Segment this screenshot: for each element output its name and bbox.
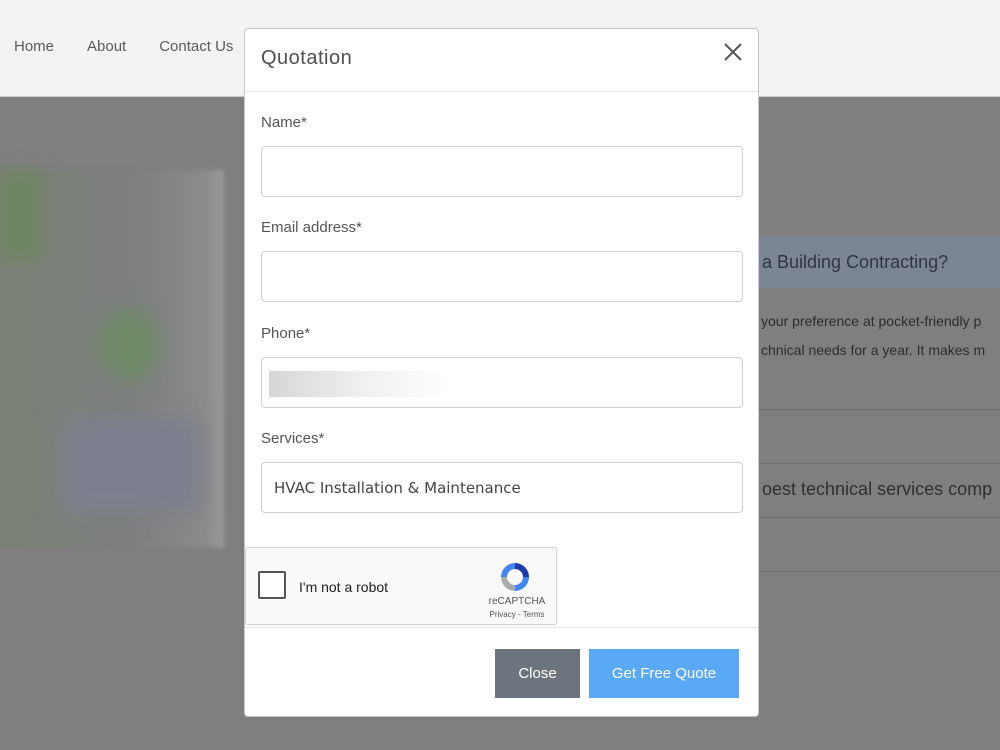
email-field-wrapper	[261, 251, 743, 302]
quotation-modal: Quotation Name* Email address* Phone* Se…	[244, 28, 759, 717]
background-divider	[759, 517, 1000, 518]
background-divider	[759, 463, 1000, 464]
name-label: Name*	[261, 114, 307, 131]
nav-home[interactable]: Home	[14, 38, 54, 55]
services-label: Services*	[261, 430, 325, 447]
background-text-line: chnical needs for a year. It makes m	[761, 342, 986, 358]
modal-footer: Close Get Free Quote	[245, 627, 758, 716]
background-accordion-title: oest technical services comp	[762, 479, 993, 499]
services-selected-value: HVAC Installation & Maintenance	[274, 479, 521, 497]
name-input[interactable]	[262, 147, 742, 196]
close-button[interactable]: Close	[495, 649, 580, 698]
main-nav: Home About Contact Us	[14, 38, 266, 55]
recaptcha-privacy-terms[interactable]: Privacy - Terms	[482, 610, 552, 619]
blurred-image-detail	[60, 420, 200, 510]
blurred-image-detail	[100, 310, 160, 380]
recaptcha-widget: I'm not a robot reCAPTCHA Privacy - Term…	[245, 547, 557, 625]
email-input[interactable]	[262, 252, 742, 301]
name-field-wrapper	[261, 146, 743, 197]
modal-title: Quotation	[261, 47, 353, 69]
close-icon[interactable]	[722, 41, 744, 63]
recaptcha-label: I'm not a robot	[299, 579, 389, 595]
background-banner-text: a Building Contracting?	[762, 252, 949, 272]
nav-contact[interactable]: Contact Us	[159, 38, 233, 55]
recaptcha-checkbox[interactable]	[258, 571, 286, 599]
background-divider	[759, 409, 1000, 410]
email-label: Email address*	[261, 219, 362, 236]
nav-about[interactable]: About	[87, 38, 126, 55]
phone-label: Phone*	[261, 325, 311, 342]
phone-input[interactable]	[261, 357, 743, 408]
recaptcha-icon	[498, 560, 532, 594]
services-select[interactable]: HVAC Installation & Maintenance	[261, 462, 743, 513]
background-text-line: your preference at pocket-friendly p	[761, 313, 982, 329]
get-free-quote-button[interactable]: Get Free Quote	[589, 649, 739, 698]
blurred-image-detail	[0, 170, 42, 260]
phone-redacted-value	[269, 371, 449, 397]
modal-header: Quotation	[245, 29, 758, 92]
recaptcha-brand: reCAPTCHA	[488, 596, 546, 607]
background-divider	[759, 571, 1000, 572]
